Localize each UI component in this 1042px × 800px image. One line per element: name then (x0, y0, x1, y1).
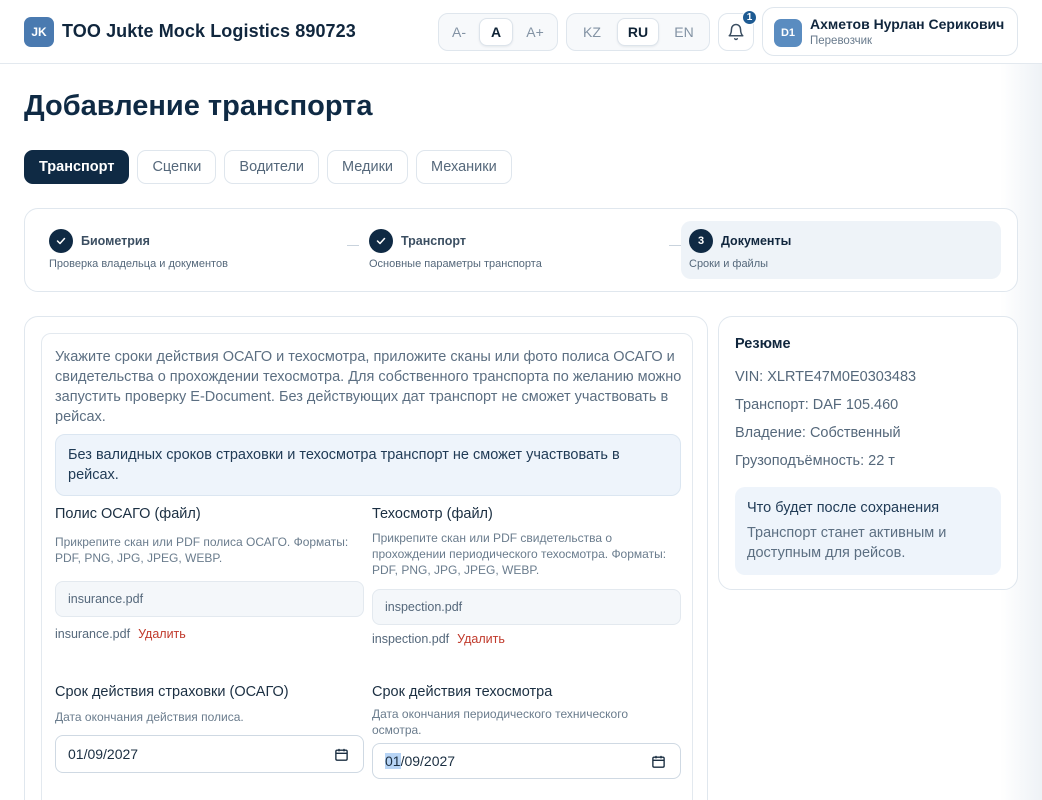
font-size-increase-button[interactable]: A+ (517, 18, 553, 46)
step-divider (669, 245, 681, 246)
company-name: TOO Jukte Mock Logistics 890723 (62, 21, 356, 41)
check-icon (369, 229, 393, 253)
step-documents[interactable]: 3 Документы Сроки и файлы (681, 221, 1001, 279)
inspection-file-help: Прикрепите скан или PDF свидетельства о … (372, 531, 667, 577)
insurance-file-delete-link[interactable]: Удалить (138, 627, 186, 641)
after-save-title: Что будет после сохранения (747, 500, 940, 516)
user-name: Ахметов Нурлан Серикович (810, 16, 1005, 32)
entity-tabs: Транспорт Сцепки Водители Медики Механик… (24, 150, 512, 184)
summary-vin: VIN: XLRTE47M0E0303483 (735, 369, 917, 385)
top-bar: JK TOO Jukte Mock Logistics 890723 A- A … (0, 0, 1042, 64)
notification-count-badge: 1 (742, 10, 757, 25)
font-size-decrease-button[interactable]: A- (443, 18, 475, 46)
inspection-file-upload[interactable]: inspection.pdf (372, 589, 681, 625)
step-transport[interactable]: Транспорт Основные параметры транспорта (369, 221, 669, 279)
documents-section: Укажите сроки действия ОСАГО и техосмотр… (41, 333, 693, 800)
inspection-date-help: Дата окончания периодического техническо… (372, 707, 628, 737)
step-subtitle: Сроки и файлы (689, 258, 769, 270)
font-size-normal-button[interactable]: A (479, 18, 513, 46)
insurance-date-help: Дата окончания действия полиса. (55, 710, 244, 724)
insurance-file-upload[interactable]: insurance.pdf (55, 581, 364, 617)
form-intro-text: Укажите сроки действия ОСАГО и техосмотр… (55, 349, 682, 425)
inspection-date-field: Срок действия техосмотра Дата окончания … (372, 684, 682, 738)
insurance-file-help: Прикрепите скан или PDF полиса ОСАГО. Фо… (55, 535, 349, 565)
insurance-date-label: Срок действия страховки (ОСАГО) (55, 684, 289, 700)
step-biometrics[interactable]: Биометрия Проверка владельца и документо… (49, 221, 349, 279)
bell-icon (728, 23, 744, 41)
page-title: Добавление транспорта (24, 90, 373, 122)
language-en-button[interactable]: EN (663, 18, 705, 46)
step-number: 3 (689, 229, 713, 253)
company-logo: JK (24, 17, 54, 47)
inspection-file-delete-link[interactable]: Удалить (457, 632, 505, 646)
summary-ownership: Владение: Собственный (735, 425, 901, 441)
inspection-date-day-segment[interactable]: 01 (385, 753, 401, 769)
insurance-file-field: Полис ОСАГО (файл) Прикрепите скан или P… (55, 506, 365, 566)
after-save-text: Транспорт станет активным и доступным дл… (747, 525, 947, 561)
insurance-file-name: insurance.pdf (55, 627, 131, 641)
check-icon (49, 229, 73, 253)
tab-mechanics[interactable]: Механики (416, 150, 512, 184)
inspection-date-input[interactable]: 01/09/2027 (372, 743, 681, 779)
calendar-icon[interactable] (334, 747, 349, 762)
insurance-date-value: 01/09/2027 (68, 746, 139, 762)
tab-medics[interactable]: Медики (327, 150, 409, 184)
after-save-info: Что будет после сохранения Транспорт ста… (735, 487, 1001, 575)
tab-drivers[interactable]: Водители (224, 150, 320, 184)
language-kz-button[interactable]: KZ (571, 18, 613, 46)
step-subtitle: Проверка владельца и документов (49, 258, 228, 270)
step-title: Биометрия (81, 234, 150, 248)
inspection-file-field: Техосмотр (файл) Прикрепите скан или PDF… (372, 506, 682, 578)
language-switcher: KZ RU EN (566, 13, 710, 51)
user-menu[interactable]: D1 Ахметов Нурлан Серикович Перевозчик (762, 7, 1018, 56)
user-role: Перевозчик (810, 35, 873, 47)
language-ru-button[interactable]: RU (617, 18, 659, 46)
tab-trailers[interactable]: Сцепки (137, 150, 217, 184)
summary-transport: Транспорт: DAF 105.460 (735, 397, 899, 413)
insurance-date-input[interactable]: 01/09/2027 (55, 735, 364, 773)
insurance-file-row: insurance.pdf Удалить (55, 627, 186, 641)
avatar: D1 (774, 19, 802, 47)
insurance-file-label: Полис ОСАГО (файл) (55, 506, 201, 522)
step-title: Документы (721, 234, 792, 248)
inspection-date-rest: /09/2027 (400, 753, 456, 769)
step-title: Транспорт (401, 234, 467, 248)
inspection-file-row: inspection.pdf Удалить (372, 632, 505, 646)
documents-form-card: Укажите сроки действия ОСАГО и техосмотр… (24, 316, 708, 800)
progress-stepper: Биометрия Проверка владельца и документо… (24, 208, 1018, 292)
font-size-switcher: A- A A+ (438, 13, 558, 51)
inspection-file-label: Техосмотр (файл) (372, 506, 493, 522)
inspection-file-name: inspection.pdf (372, 632, 450, 646)
insurance-date-field: Срок действия страховки (ОСАГО) Дата око… (55, 684, 365, 725)
step-subtitle: Основные параметры транспорта (369, 258, 542, 270)
tab-transport[interactable]: Транспорт (24, 150, 130, 184)
inspection-date-label: Срок действия техосмотра (372, 684, 553, 700)
summary-title: Резюме (735, 336, 791, 352)
summary-capacity: Грузоподъёмность: 22 т (735, 453, 895, 469)
summary-card: Резюме VIN: XLRTE47M0E0303483 Транспорт:… (718, 316, 1018, 590)
validity-notice: Без валидных сроков страховки и техосмот… (55, 434, 681, 496)
step-divider (347, 245, 359, 246)
calendar-icon[interactable] (651, 754, 666, 769)
